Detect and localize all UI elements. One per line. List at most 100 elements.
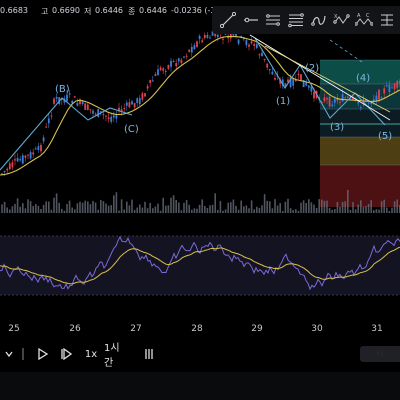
- candle-body: [359, 107, 362, 109]
- volume-bar: [196, 208, 198, 213]
- candle-body: [190, 46, 193, 53]
- volume-bar: [94, 202, 97, 213]
- candle-body: [144, 93, 146, 97]
- volume-bar: [235, 205, 237, 213]
- volume-bar: [279, 203, 281, 213]
- candle-body: [97, 109, 100, 118]
- volume-bar: [175, 200, 177, 213]
- replay-controls: 1x 1시간: [0, 340, 400, 369]
- step-forward-icon[interactable]: [58, 346, 74, 362]
- long-position-icon[interactable]: [377, 9, 397, 31]
- candle-body: [128, 102, 131, 108]
- volume-bar: [204, 205, 206, 213]
- volume-bar: [274, 199, 276, 213]
- volume-bar: [6, 207, 8, 213]
- candle-body: [331, 104, 334, 107]
- brush-icon[interactable]: [309, 9, 329, 31]
- oscillator-panel[interactable]: [0, 229, 400, 317]
- volume-bar: [380, 201, 383, 213]
- chevron-down-icon[interactable]: [2, 346, 16, 362]
- volume-bar: [198, 204, 201, 213]
- candle-body: [170, 60, 172, 67]
- volume-bar: [79, 201, 81, 213]
- candle-body: [110, 116, 113, 122]
- volume-bar: [289, 208, 292, 213]
- candle-body: [333, 99, 336, 103]
- candle-body: [16, 158, 19, 162]
- volume-bar: [40, 208, 42, 213]
- candle-body: [305, 82, 308, 86]
- candle-body: [183, 56, 185, 58]
- volume-bar: [188, 204, 190, 213]
- candle-body: [172, 60, 175, 62]
- candle-body: [162, 68, 165, 71]
- candle-body: [193, 45, 196, 50]
- candle-body: [300, 74, 302, 81]
- candle-body: [164, 70, 167, 72]
- volume-bar: [331, 209, 333, 213]
- volume-bar: [378, 209, 380, 213]
- volume-bar: [206, 208, 209, 213]
- volume-bar: [217, 209, 219, 213]
- candle-body: [188, 49, 191, 52]
- candle-body: [50, 115, 53, 117]
- oscillator-band: [0, 236, 400, 295]
- parallel-channel-icon[interactable]: [264, 9, 284, 31]
- volume-bar: [162, 197, 164, 213]
- fib-retracement-icon[interactable]: [286, 9, 306, 31]
- volume-bar: [396, 199, 398, 213]
- volume-bar: [211, 204, 214, 213]
- jump-to-realtime-icon[interactable]: [143, 346, 157, 362]
- volume-bar: [105, 203, 107, 213]
- volume-bar: [48, 201, 50, 213]
- candle-body: [339, 101, 341, 103]
- volume-bar: [240, 200, 242, 213]
- volume-bar: [370, 200, 372, 213]
- volume-bar: [295, 209, 297, 213]
- candle-body: [385, 85, 388, 87]
- volume-bar: [341, 202, 344, 213]
- candle-body: [383, 88, 386, 94]
- speed-button[interactable]: 1x: [84, 346, 98, 362]
- candle-body: [344, 97, 347, 99]
- volume-bar: [360, 200, 362, 213]
- candle-body: [201, 40, 204, 43]
- elliott-wave-icon[interactable]: AC: [355, 9, 375, 31]
- volume-bar: [193, 208, 196, 213]
- volume-bar: [50, 209, 53, 213]
- volume-bar: [214, 193, 216, 213]
- xabcd-pattern-icon[interactable]: X: [332, 9, 352, 31]
- volume-bar: [334, 208, 336, 213]
- volume-bar: [110, 205, 112, 213]
- volume-bar: [253, 209, 255, 213]
- volume-bar: [92, 200, 94, 213]
- play-icon[interactable]: [34, 346, 50, 362]
- replay-exit-button[interactable]: 리: [360, 346, 400, 362]
- pattern-letter-c: C: [366, 13, 370, 19]
- candle-body: [32, 152, 35, 155]
- volume-bar: [209, 205, 211, 213]
- price-chart[interactable]: (B) (C) (1) (2) (3) (4) (5): [0, 0, 400, 229]
- volume-bar: [352, 202, 354, 213]
- volume-bar: [24, 208, 27, 213]
- interval-button[interactable]: 1시간: [104, 343, 128, 369]
- volume-bar: [123, 209, 125, 213]
- volume-bar: [256, 206, 258, 213]
- candle-body: [102, 114, 105, 116]
- volume-bar: [391, 207, 393, 213]
- volume-bar: [133, 209, 136, 213]
- projection-line: [329, 39, 363, 63]
- trend-line-icon[interactable]: [218, 9, 238, 31]
- candle-body: [216, 34, 219, 38]
- volume-bar: [310, 202, 313, 213]
- volume-bar: [1, 204, 3, 213]
- horizontal-ray-icon[interactable]: [241, 9, 261, 31]
- candle-body: [24, 155, 27, 158]
- candle-body: [27, 154, 29, 156]
- candle-body: [47, 118, 50, 124]
- volume-bar: [302, 200, 305, 213]
- candle-body: [391, 87, 393, 89]
- candle-body: [307, 85, 310, 88]
- x-tick-31: 31: [371, 324, 383, 334]
- candle-body: [203, 34, 206, 39]
